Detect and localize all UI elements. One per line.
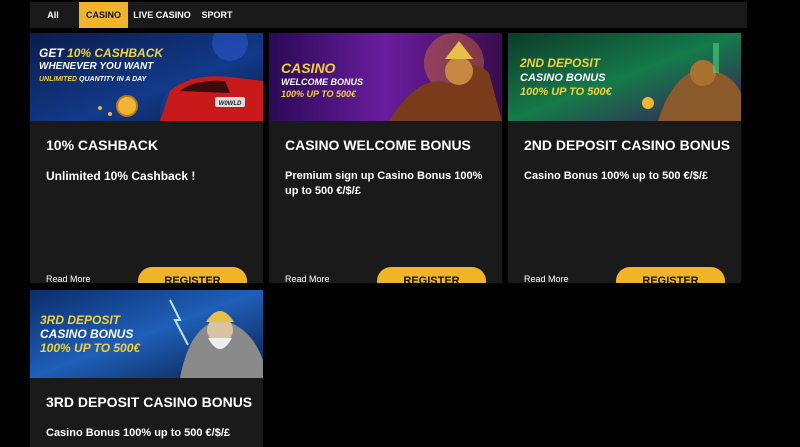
tab-all[interactable]: All bbox=[38, 2, 68, 28]
card-title: CASINO WELCOME BONUS bbox=[285, 137, 471, 153]
read-more-link[interactable]: Read More bbox=[46, 274, 91, 283]
banner-upto-text: 100% UP TO 500€ bbox=[40, 341, 141, 355]
welcome-banner-image: CASINO WELCOME BONUS 100% UP TO 500€ bbox=[269, 33, 502, 121]
register-button[interactable]: REGISTER bbox=[138, 267, 247, 283]
banner-cashback-text: 10% CASHBACK bbox=[67, 46, 164, 60]
tab-casino[interactable]: CASINO bbox=[79, 2, 128, 28]
card-description: Unlimited 10% Cashback ! bbox=[46, 169, 196, 183]
license-plate: W0WLD bbox=[219, 101, 242, 107]
card-description: Premium sign up Casino Bonus 100% up to … bbox=[285, 170, 483, 197]
category-tab-bar: All CASINO LIVE CASINO SPORT bbox=[30, 2, 747, 28]
card-description: Casino Bonus 100% up to 500 €/$/£ bbox=[46, 427, 231, 439]
card-title: 2ND DEPOSIT CASINO BONUS bbox=[524, 137, 731, 153]
third-deposit-banner-image: 3RD DEPOSIT CASINO BONUS 100% UP TO 500€ bbox=[30, 290, 263, 378]
second-deposit-banner-image: 2ND DEPOSIT CASINO BONUS 100% UP TO 500€ bbox=[508, 33, 741, 121]
svg-text:GET 10% CASHBACK: GET 10% CASHBACK bbox=[39, 46, 164, 60]
banner-deposit-text: 3RD DEPOSIT bbox=[40, 313, 122, 327]
promo-card-cashback: W0WLD GET 10% CASHBACK WHENEVER YOU WANT… bbox=[30, 33, 263, 283]
banner-unlimited-text: UNLIMITED bbox=[39, 76, 77, 83]
banner-casino-text: CASINO bbox=[281, 60, 336, 76]
banner-upto-text: 100% UP TO 500€ bbox=[281, 89, 357, 99]
register-button[interactable]: REGISTER bbox=[616, 267, 725, 283]
banner-deposit-text: 2ND DEPOSIT bbox=[519, 56, 602, 70]
read-more-link[interactable]: Read More bbox=[524, 274, 569, 283]
promo-card-casino-welcome: CASINO WELCOME BONUS 100% UP TO 500€ CAS… bbox=[269, 33, 502, 283]
promo-card-3rd-deposit: 3RD DEPOSIT CASINO BONUS 100% UP TO 500€… bbox=[30, 290, 263, 447]
banner-whenever-text: WHENEVER YOU WANT bbox=[39, 61, 154, 72]
tab-live-casino[interactable]: LIVE CASINO bbox=[132, 2, 192, 28]
cashback-banner-image: W0WLD GET 10% CASHBACK WHENEVER YOU WANT… bbox=[30, 33, 263, 121]
card-title: 3RD DEPOSIT CASINO BONUS bbox=[46, 394, 253, 410]
svg-text:UNLIMITED QUANTITY IN A DAY: UNLIMITED QUANTITY IN A DAY bbox=[39, 76, 148, 83]
banner-casino-bonus-text: CASINO BONUS bbox=[520, 72, 606, 84]
banner-casino-bonus-text: CASINO BONUS bbox=[40, 327, 133, 341]
register-button[interactable]: REGISTER bbox=[377, 267, 486, 283]
banner-get-text: GET bbox=[39, 46, 67, 60]
promo-card-2nd-deposit: 2ND DEPOSIT CASINO BONUS 100% UP TO 500€… bbox=[508, 33, 741, 283]
read-more-link[interactable]: Read More bbox=[285, 274, 330, 283]
banner-quantity-text: QUANTITY IN A DAY bbox=[77, 76, 148, 83]
banner-welcome-text: WELCOME BONUS bbox=[281, 77, 363, 87]
card-title: 10% CASHBACK bbox=[46, 137, 159, 153]
tab-sport[interactable]: SPORT bbox=[198, 2, 236, 28]
banner-upto-text: 100% UP TO 500€ bbox=[520, 86, 613, 98]
card-description: Casino Bonus 100% up to 500 €/$/£ bbox=[524, 170, 709, 182]
